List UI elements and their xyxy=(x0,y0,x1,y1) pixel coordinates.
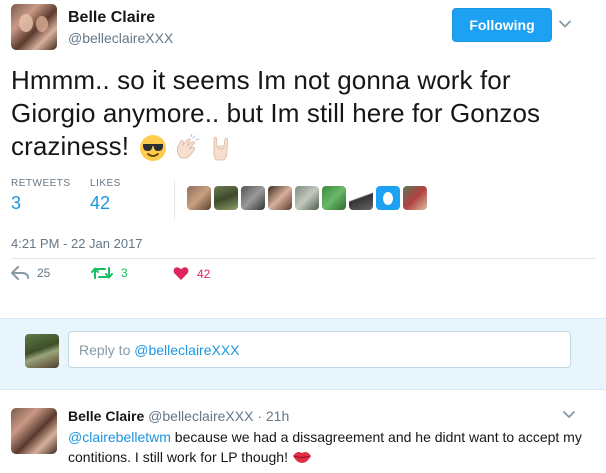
divider xyxy=(11,258,596,259)
tweet-text: Hmmm.. so it seems Im not gonna work for… xyxy=(11,64,596,163)
likes-stat[interactable]: LIKES 42 xyxy=(90,178,121,214)
tweet-text-body: Hmmm.. so it seems Im not gonna work for… xyxy=(11,65,541,161)
author-screen-name[interactable]: @belleclaireXXX xyxy=(68,30,173,46)
retweets-label: RETWEETS xyxy=(11,178,71,189)
egg-icon xyxy=(383,192,393,205)
reply-tweet[interactable]: Belle Claire @belleclaireXXX · 21h @clai… xyxy=(0,390,606,473)
reply-count: 25 xyxy=(37,266,51,280)
chevron-down-icon[interactable] xyxy=(558,17,572,31)
like-action[interactable]: 42 xyxy=(173,266,210,281)
stats-divider xyxy=(174,180,175,220)
current-user-avatar xyxy=(25,334,59,368)
author-display-name[interactable]: Belle Claire xyxy=(68,9,155,27)
lips-icon xyxy=(292,452,311,463)
heart-icon xyxy=(173,267,189,280)
clapping-hands-icon xyxy=(177,134,200,159)
liker-avatar[interactable] xyxy=(322,186,346,210)
reply-time[interactable]: 21h xyxy=(266,408,289,424)
chevron-down-icon[interactable] xyxy=(562,410,576,420)
reply-input-mention: @belleclaireXXX xyxy=(134,342,240,358)
retweet-icon xyxy=(91,267,113,279)
liker-avatar[interactable] xyxy=(268,186,292,210)
tweet-timestamp[interactable]: 4:21 PM - 22 Jan 2017 xyxy=(11,236,143,251)
liker-avatar[interactable] xyxy=(241,186,265,210)
reply-input-prefix: Reply to xyxy=(79,342,135,358)
liker-avatar[interactable] xyxy=(376,186,400,210)
reply-icon xyxy=(11,266,29,280)
retweets-stat[interactable]: RETWEETS 3 xyxy=(11,178,71,214)
author-avatar[interactable] xyxy=(11,4,57,50)
retweets-value: 3 xyxy=(11,193,22,213)
rock-on-hand-icon xyxy=(213,136,229,161)
liker-avatar[interactable] xyxy=(214,186,238,210)
reply-author-handle[interactable]: @belleclaireXXX xyxy=(148,408,253,424)
reply-author-name[interactable]: Belle Claire xyxy=(68,408,144,424)
tweet-header: Belle Claire @belleclaireXXX Following xyxy=(0,0,606,56)
retweet-count: 3 xyxy=(121,266,128,280)
reply-dot: · xyxy=(257,408,262,424)
liker-avatar[interactable] xyxy=(403,186,427,210)
liker-avatar[interactable] xyxy=(295,186,319,210)
liker-avatar[interactable] xyxy=(187,186,211,210)
reply-author-avatar[interactable] xyxy=(11,408,57,454)
sunglasses-face-icon xyxy=(140,135,167,162)
likes-value: 42 xyxy=(90,193,111,213)
tweet-emojis xyxy=(138,133,236,163)
like-count: 42 xyxy=(197,266,211,281)
reply-input[interactable]: Reply to @belleclaireXXX xyxy=(68,331,571,368)
reply-composer: Reply to @belleclaireXXX xyxy=(0,318,606,390)
retweet-action[interactable]: 3 xyxy=(91,266,128,280)
following-button[interactable]: Following xyxy=(452,8,552,42)
liker-avatar[interactable] xyxy=(349,186,373,210)
reply-action[interactable]: 25 xyxy=(11,266,50,280)
likes-label: LIKES xyxy=(90,178,121,189)
reply-text: @clairebelletwm because we had a dissagr… xyxy=(68,427,588,467)
reply-mention[interactable]: @clairebelletwm xyxy=(68,429,171,445)
liker-avatars xyxy=(187,186,427,210)
reply-header: Belle Claire @belleclaireXXX · 21h xyxy=(68,408,289,424)
